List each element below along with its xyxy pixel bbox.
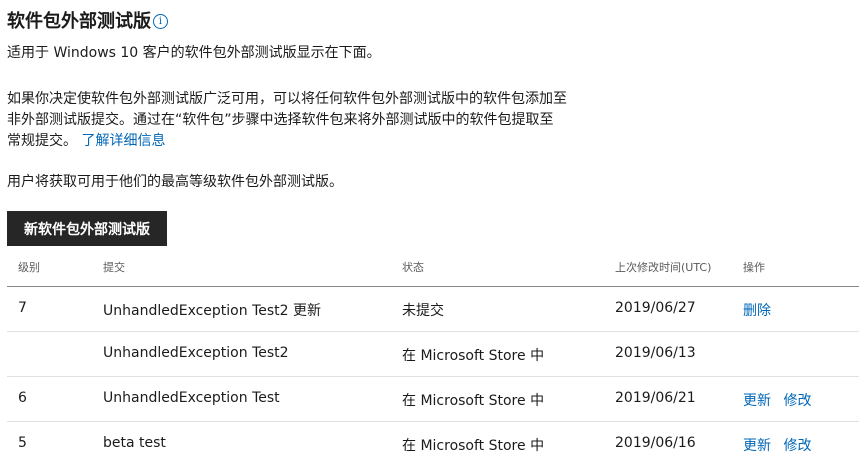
row-actions: 更新 修改 (743, 390, 819, 410)
row-submission-link[interactable]: beta test (103, 435, 166, 451)
new-package-flight-button[interactable]: 新软件包外部测试版 (7, 211, 167, 246)
row-modified: 2019/06/27 (615, 300, 696, 316)
modify-link[interactable]: 修改 (783, 393, 811, 409)
table-row: 7 UnhandledException Test2 更新 未提交 2019/0… (7, 287, 859, 332)
row-submission-link[interactable]: UnhandledException Test2 更新 (103, 300, 321, 320)
row-actions: 删除 (743, 300, 779, 320)
flights-table: 级别 提交 状态 上次修改时间(UTC) 操作 7 UnhandledExcep… (7, 248, 859, 466)
table-row: 5 beta test 在 Microsoft Store 中 2019/06/… (7, 422, 859, 466)
row-modified: 2019/06/13 (615, 345, 696, 361)
row-submission-link[interactable]: UnhandledException Test2 (103, 345, 289, 361)
row-status: 在 Microsoft Store 中 (402, 438, 545, 454)
header-level: 级别 (18, 261, 40, 274)
info-icon[interactable]: i (153, 13, 168, 29)
row-submission-link[interactable]: UnhandledException Test (103, 390, 280, 406)
table-row: UnhandledException Test2 在 Microsoft Sto… (7, 332, 859, 377)
row-actions: 更新 修改 (743, 435, 819, 455)
intro-line-3: 用户将获取可用于他们的最高等级软件包外部测试版。 (7, 174, 343, 190)
intro-line-1: 适用于 Windows 10 客户的软件包外部测试版显示在下面。 (7, 45, 381, 61)
title-row: 软件包外部测试版 i (7, 7, 168, 33)
modify-link[interactable]: 修改 (783, 438, 811, 454)
row-level: 5 (18, 435, 27, 451)
update-link[interactable]: 更新 (743, 438, 771, 454)
learn-more-link[interactable]: 了解详细信息 (81, 133, 165, 149)
header-modified: 上次修改时间(UTC) (615, 261, 712, 274)
row-modified: 2019/06/21 (615, 390, 696, 406)
header-status: 状态 (402, 261, 424, 274)
row-level: 7 (18, 300, 27, 316)
row-status: 在 Microsoft Store 中 (402, 393, 545, 409)
delete-link[interactable]: 删除 (743, 303, 771, 319)
intro-paragraph: 如果你决定使软件包外部测试版广泛可用，可以将任何软件包外部测试版中的软件包添加至… (7, 89, 567, 152)
row-modified: 2019/06/16 (615, 435, 696, 451)
row-status: 在 Microsoft Store 中 (402, 348, 545, 364)
row-status: 未提交 (402, 303, 444, 319)
update-link[interactable]: 更新 (743, 393, 771, 409)
header-actions: 操作 (743, 261, 765, 274)
page: 软件包外部测试版 i 适用于 Windows 10 客户的软件包外部测试版显示在… (0, 0, 868, 464)
page-title: 软件包外部测试版 (7, 11, 151, 32)
table-row: 6 UnhandledException Test 在 Microsoft St… (7, 377, 859, 422)
header-submission: 提交 (103, 261, 125, 274)
table-header: 级别 提交 状态 上次修改时间(UTC) 操作 (7, 248, 859, 287)
row-level: 6 (18, 390, 27, 406)
